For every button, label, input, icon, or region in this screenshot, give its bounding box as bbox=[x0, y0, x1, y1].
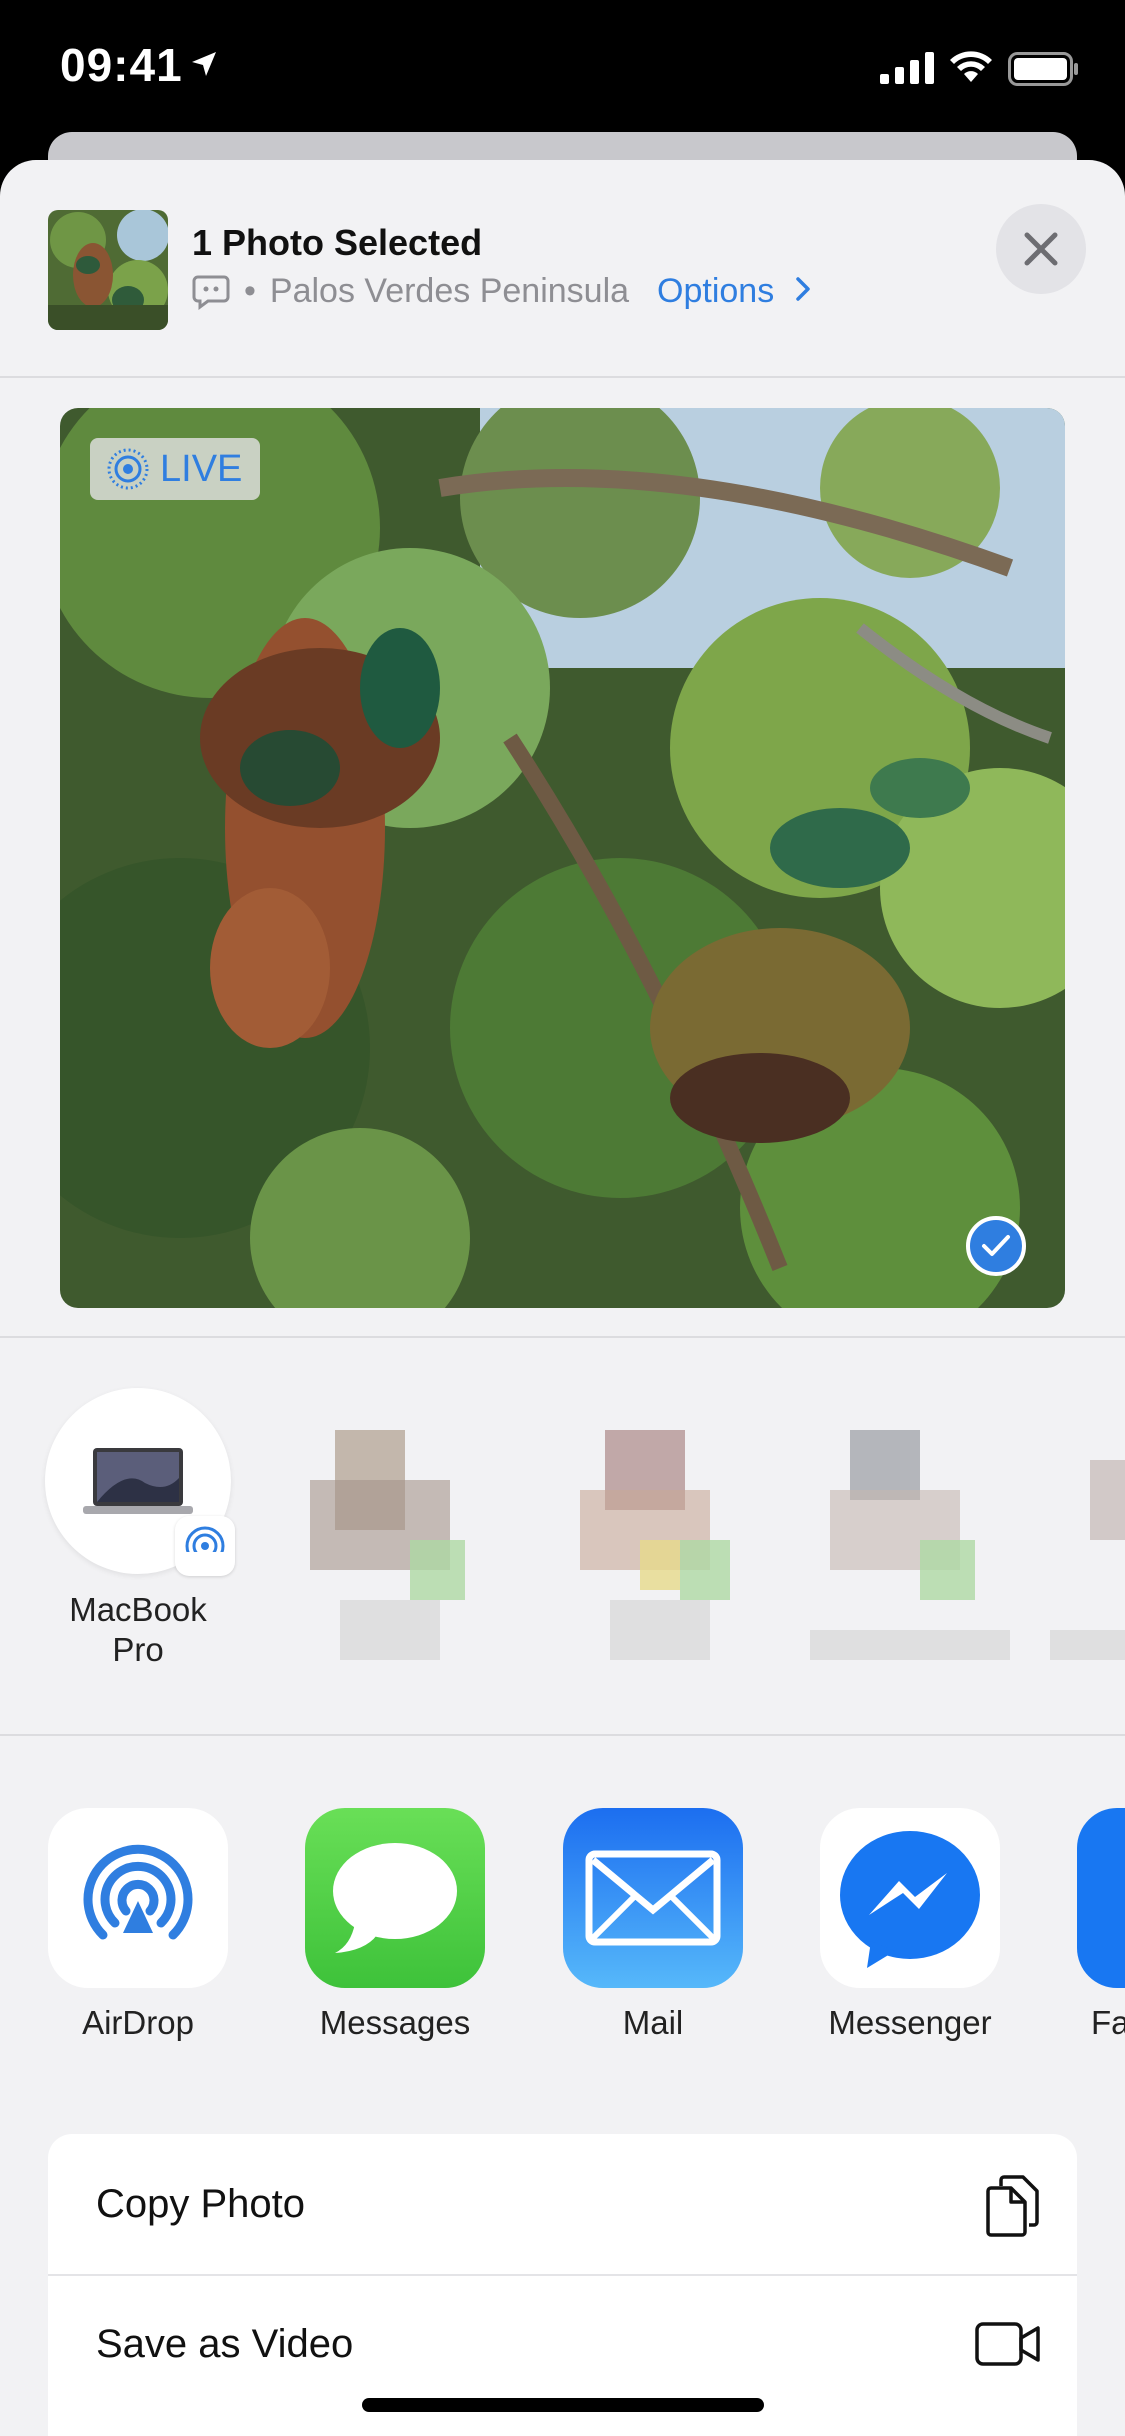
redacted-contact-avatar[interactable] bbox=[1050, 1400, 1125, 1700]
battery-icon bbox=[1008, 52, 1078, 86]
photo-image bbox=[60, 408, 1065, 1308]
action-label: Save as Video bbox=[96, 2321, 354, 2366]
close-icon bbox=[1024, 232, 1058, 266]
partial-app-icon[interactable] bbox=[1077, 1808, 1125, 1988]
live-photo-icon bbox=[107, 448, 149, 490]
redacted-contact-avatar[interactable] bbox=[560, 1400, 760, 1700]
close-button[interactable] bbox=[996, 204, 1086, 294]
airdrop-badge bbox=[175, 1516, 235, 1576]
options-link[interactable]: Options bbox=[657, 272, 812, 311]
action-list: Copy Photo Save as Video bbox=[48, 2134, 1077, 2436]
app-airdrop[interactable]: AirDrop bbox=[48, 1808, 228, 2042]
copy-photo-action[interactable]: Copy Photo bbox=[48, 2134, 1077, 2274]
action-label: Copy Photo bbox=[96, 2181, 306, 2226]
share-title: 1 Photo Selected bbox=[192, 222, 483, 263]
messenger-app-icon[interactable] bbox=[820, 1808, 1000, 1988]
app-label: AirDrop bbox=[82, 2004, 194, 2041]
app-label: Messages bbox=[319, 2004, 471, 2041]
redacted-contact-avatar[interactable] bbox=[290, 1400, 490, 1700]
chevron-right-icon bbox=[795, 277, 810, 301]
app-label: Fa bbox=[1091, 2004, 1125, 2041]
app-label: Messenger bbox=[828, 2004, 992, 2041]
envelope-icon bbox=[585, 1850, 721, 1946]
messenger-icon bbox=[840, 1831, 980, 1968]
app-label: Mail bbox=[622, 2004, 684, 2041]
share-sheet: 1 Photo Selected • Palos Verdes Peninsul… bbox=[0, 160, 1125, 2436]
wifi-icon bbox=[950, 51, 992, 82]
airdrop-icon bbox=[83, 1844, 193, 1940]
location-arrow-icon bbox=[192, 52, 216, 76]
device-label-line1: MacBook bbox=[69, 1591, 207, 1628]
device-label: MacBook Pro bbox=[20, 1590, 256, 1670]
video-icon bbox=[975, 2322, 1040, 2366]
airdrop-badge-icon bbox=[183, 1526, 227, 1568]
photo-divider bbox=[0, 1336, 1125, 1338]
app-partial[interactable]: Fa bbox=[1077, 1808, 1125, 2042]
home-indicator[interactable] bbox=[362, 2398, 764, 2412]
status-bar: 09:41 bbox=[0, 0, 1125, 140]
status-time: 09:41 bbox=[60, 39, 183, 91]
location-text: Palos Verdes Peninsula bbox=[269, 272, 630, 310]
redacted-contact-avatar[interactable] bbox=[810, 1400, 1010, 1700]
selected-photo[interactable]: LIVE bbox=[60, 408, 1065, 1308]
device-label-line2: Pro bbox=[112, 1631, 164, 1668]
airdrop-app-icon[interactable] bbox=[48, 1808, 228, 1988]
header-divider bbox=[0, 376, 1125, 378]
caption-bubble-icon bbox=[192, 275, 230, 310]
mail-app-icon[interactable] bbox=[563, 1808, 743, 1988]
device-avatar[interactable] bbox=[45, 1388, 235, 1576]
live-badge[interactable]: LIVE bbox=[90, 438, 261, 500]
selected-checkmark[interactable] bbox=[966, 1216, 1026, 1276]
share-apps-row: AirDrop Messages Mail Messenger Fa bbox=[0, 1808, 1125, 2108]
messages-app-icon[interactable] bbox=[305, 1808, 485, 1988]
airdrop-targets-row: MacBook Pro bbox=[0, 1340, 1125, 1730]
app-mail[interactable]: Mail bbox=[563, 1808, 743, 2042]
copy-icon bbox=[986, 2175, 1039, 2237]
photo-thumbnail bbox=[48, 210, 168, 330]
checkmark-icon bbox=[982, 1235, 1010, 1256]
share-subtitle: • Palos Verdes Peninsula Options bbox=[192, 272, 812, 311]
contacts-divider bbox=[0, 1734, 1125, 1736]
separator-dot: • bbox=[244, 272, 256, 310]
cellular-signal-icon bbox=[880, 52, 934, 84]
app-messenger[interactable]: Messenger bbox=[820, 1808, 1000, 2042]
save-as-video-action[interactable]: Save as Video bbox=[48, 2274, 1077, 2414]
options-label[interactable]: Options bbox=[657, 272, 774, 310]
speech-bubble-icon bbox=[333, 1843, 457, 1953]
live-label: LIVE bbox=[160, 447, 243, 490]
app-messages[interactable]: Messages bbox=[305, 1808, 485, 2042]
